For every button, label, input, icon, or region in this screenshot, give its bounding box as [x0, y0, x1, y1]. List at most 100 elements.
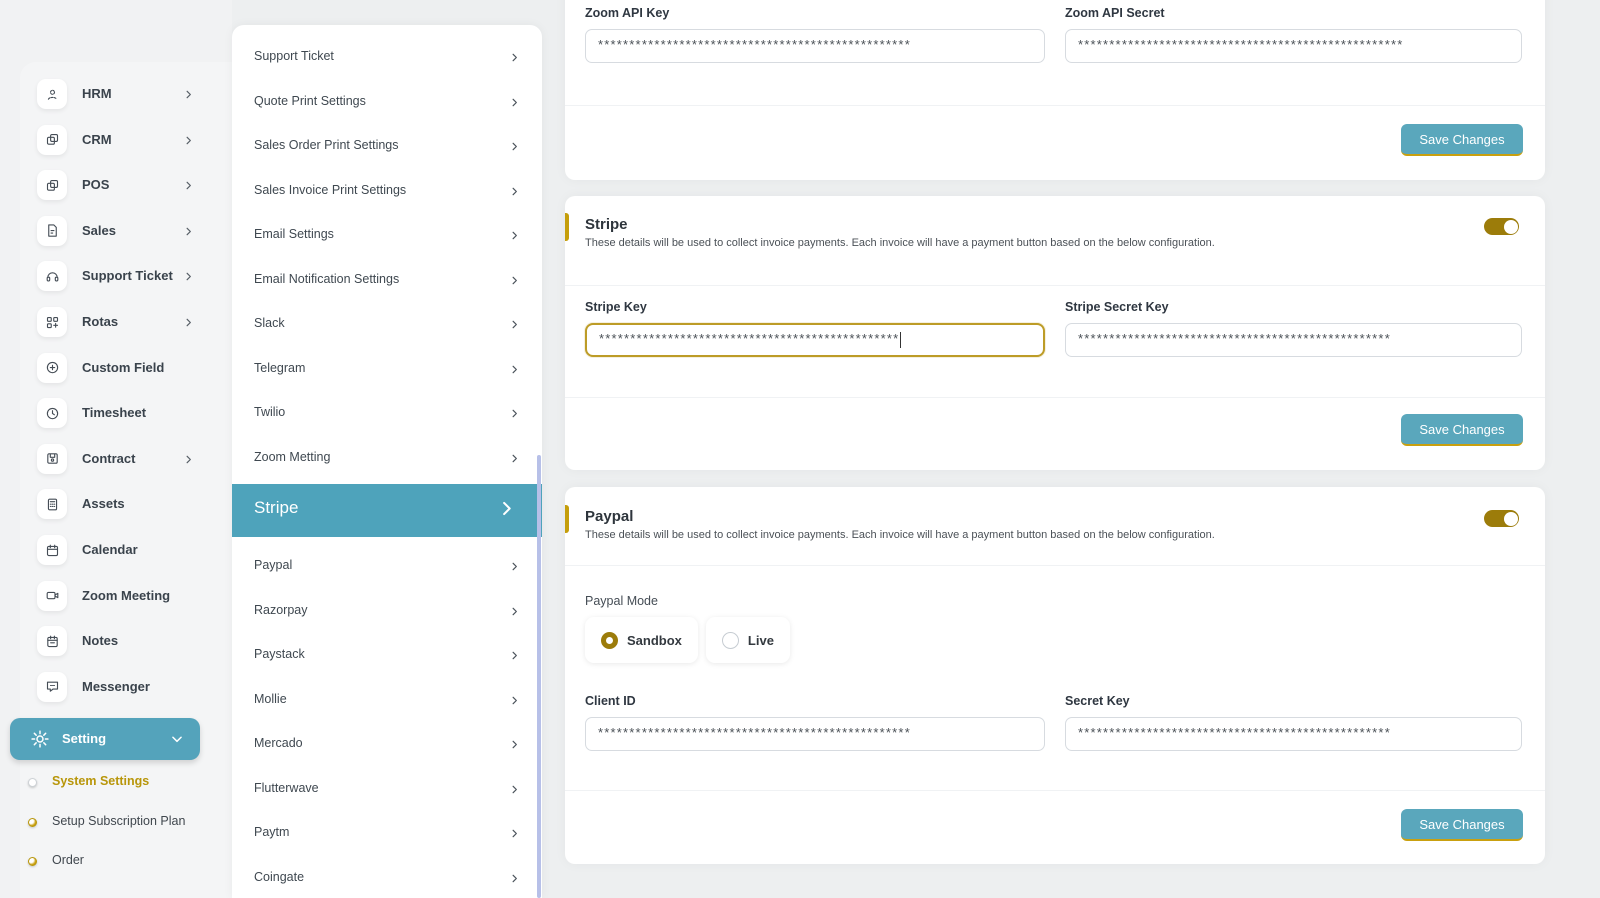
divider [565, 565, 1545, 566]
settings-menu-item[interactable]: Quote Print Settings [232, 82, 542, 126]
chevron-right-icon [183, 269, 194, 287]
chevron-right-icon [509, 782, 520, 800]
sidebar-item-icon [37, 79, 67, 109]
chevron-right-icon [509, 184, 520, 202]
sidebar-item[interactable]: Zoom Meeting [20, 578, 232, 618]
chevron-right-icon [509, 559, 520, 577]
settings-menu-item[interactable]: Support Ticket [232, 37, 542, 81]
menu-scrollbar-thumb[interactable] [537, 455, 541, 898]
chevron-right-icon [509, 451, 520, 469]
sidebar-item-icon [37, 626, 67, 657]
sidebar-sub-item[interactable]: Order [28, 853, 218, 879]
masked-input[interactable]: ****************************************… [585, 323, 1045, 357]
settings-menu-item[interactable]: Coingate [232, 858, 542, 898]
paypal-mode-option-label: Sandbox [627, 632, 682, 648]
settings-menu-item[interactable]: Paytm [232, 813, 542, 857]
settings-menu-item[interactable]: Stripe [232, 484, 542, 537]
chevron-right-icon [509, 693, 520, 711]
form-field: Client ID ******************************… [585, 694, 1045, 751]
chevron-right-icon [509, 871, 520, 889]
sidebar-item-setting[interactable]: Setting [10, 718, 200, 760]
sidebar-item-icon [37, 261, 67, 292]
settings-menu-item-label: Paypal [254, 558, 293, 572]
sidebar-item[interactable]: Sales [20, 213, 232, 253]
sidebar-item[interactable]: HRM [20, 76, 232, 116]
save-changes-button[interactable]: Save Changes [1401, 124, 1523, 156]
paypal-enabled-toggle[interactable] [1484, 510, 1519, 527]
chevron-right-icon [183, 87, 194, 105]
sidebar-sub-item[interactable]: Setup Subscription Plan [28, 814, 218, 840]
masked-input[interactable]: ****************************************… [1065, 717, 1522, 751]
masked-input[interactable]: ****************************************… [585, 29, 1045, 63]
paypal-mode-option[interactable]: Sandbox [585, 617, 698, 663]
stripe-enabled-toggle[interactable] [1484, 218, 1519, 235]
paypal-mode-option[interactable]: Live [705, 617, 790, 663]
settings-menu-item-label: Email Notification Settings [254, 271, 400, 286]
save-changes-button[interactable]: Save Changes [1401, 414, 1523, 446]
sidebar-item[interactable]: Calendar [20, 532, 232, 572]
settings-menu-item[interactable]: Paystack [232, 635, 542, 679]
chevron-right-icon [183, 224, 194, 242]
settings-menu-item[interactable]: Slack [232, 304, 542, 348]
settings-menu-item-label: Paytm [254, 825, 290, 839]
section-title: Stripe [585, 216, 628, 233]
sidebar-item[interactable]: CRM [20, 122, 232, 162]
sidebar-sub-item-label: Setup Subscription Plan [52, 813, 186, 828]
settings-menu-item[interactable]: Razorpay [232, 591, 542, 635]
sidebar-item[interactable]: Timesheet [20, 395, 232, 435]
settings-menu-item[interactable]: Sales Invoice Print Settings [232, 171, 542, 215]
settings-menu-item[interactable]: Email Settings [232, 215, 542, 259]
settings-menu-item-label: Mercado [254, 736, 303, 750]
settings-menu-item-label: Coingate [254, 869, 305, 884]
settings-menu-item-label: Zoom Metting [254, 449, 331, 464]
settings-menu-item[interactable]: Flutterwave [232, 769, 542, 813]
save-changes-button[interactable]: Save Changes [1401, 809, 1523, 841]
settings-menu-item[interactable]: Twilio [232, 393, 542, 437]
settings-menu-item-label: Quote Print Settings [254, 93, 366, 108]
sidebar-item[interactable]: Notes [20, 623, 232, 663]
form-field: Secret Key *****************************… [1065, 694, 1522, 751]
settings-menu-item[interactable]: Mercado [232, 724, 542, 768]
form-field: Zoom API Key ***************************… [585, 6, 1045, 63]
settings-menu-item[interactable]: Zoom Metting [232, 438, 542, 482]
sidebar-item[interactable]: Rotas [20, 304, 232, 344]
masked-input[interactable]: ****************************************… [1065, 323, 1522, 357]
sidebar-sub-item[interactable]: System Settings [28, 774, 218, 800]
settings-menu-item[interactable]: Sales Order Print Settings [232, 126, 542, 170]
sidebar-item-icon [37, 124, 67, 155]
settings-menu-item-label: Mollie [254, 691, 287, 706]
paypal-settings-card: Paypal These details will be used to col… [565, 487, 1545, 864]
sidebar-item[interactable]: Support Ticket [20, 258, 232, 298]
section-accent-bar [565, 213, 569, 241]
chevron-right-icon [183, 133, 194, 151]
settings-menu-item[interactable]: Telegram [232, 349, 542, 393]
section-subtitle: These details will be used to collect in… [585, 529, 1215, 541]
chevron-right-icon [509, 139, 520, 157]
sidebar-item-icon [37, 535, 67, 565]
sidebar-item[interactable]: POS [20, 167, 232, 207]
sidebar-item-label: Rotas [82, 314, 119, 329]
sidebar-sub-item-label: System Settings [52, 774, 150, 788]
gear-icon [30, 729, 50, 754]
sidebar-item-label: Calendar [82, 542, 138, 557]
settings-menu-item[interactable]: Paypal [232, 546, 542, 590]
masked-input[interactable]: ****************************************… [1065, 29, 1522, 63]
sidebar-item[interactable]: Custom Field [20, 350, 232, 390]
sidebar-item[interactable]: Messenger [20, 669, 232, 709]
settings-menu-item[interactable]: Email Notification Settings [232, 260, 542, 304]
settings-menu-item[interactable]: Mollie [232, 680, 542, 724]
chevron-right-icon [183, 315, 194, 333]
settings-menu-item-label: Flutterwave [254, 780, 319, 795]
stripe-settings-card: Stripe These details will be used to col… [565, 196, 1545, 470]
sidebar-item-label: Notes [82, 633, 119, 649]
toggle-knob [1503, 219, 1518, 234]
chevron-right-icon [497, 499, 516, 523]
sidebar-item[interactable]: Assets [20, 486, 232, 526]
radio-icon [721, 631, 739, 649]
divider [565, 397, 1545, 398]
sidebar-item[interactable]: Contract [20, 441, 232, 481]
chevron-right-icon [509, 50, 520, 68]
chevron-right-icon [509, 826, 520, 844]
masked-input[interactable]: ****************************************… [585, 717, 1045, 751]
chevron-right-icon [509, 362, 520, 380]
